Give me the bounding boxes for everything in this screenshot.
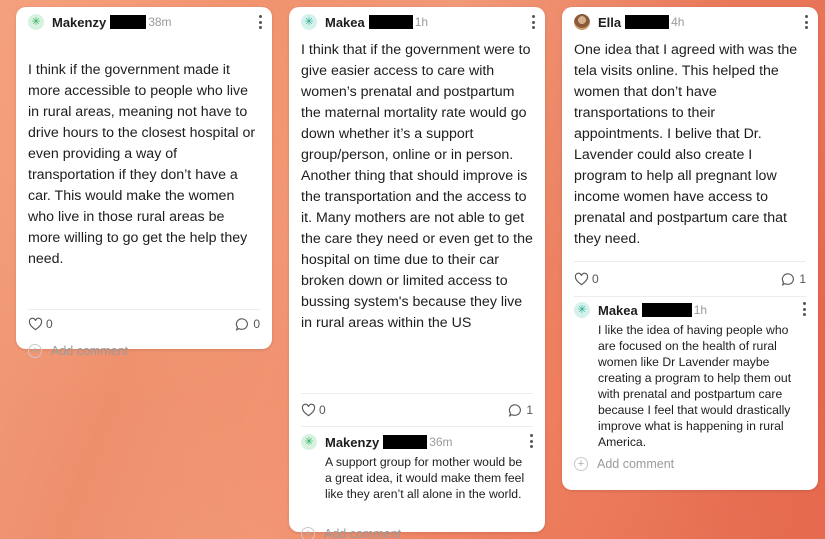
post-reactions: 0 1 (562, 262, 818, 296)
post-time: 38m (148, 15, 172, 29)
post-body: I think that if the government were to g… (301, 42, 533, 331)
more-vertical-icon[interactable] (529, 434, 533, 448)
comment-icon (782, 272, 795, 286)
redacted-name (641, 303, 692, 317)
heart-icon (574, 272, 589, 285)
like-button[interactable]: 0 (574, 272, 599, 287)
avatar[interactable]: ✳ (301, 434, 317, 450)
post-reactions: 0 0 (16, 310, 272, 338)
comment-author[interactable]: Makea (598, 303, 638, 318)
like-count: 0 (46, 317, 53, 331)
comment-header: ✳ Makea 1h (574, 298, 806, 322)
avatar[interactable]: ✳ (301, 14, 317, 30)
more-vertical-icon[interactable] (258, 15, 262, 29)
plus-icon: + (28, 344, 42, 358)
post-reactions: 0 1 (289, 394, 545, 426)
comments-button[interactable]: 0 (235, 317, 260, 332)
post-card-makenzy: ✳ Makenzy 38m I think if the government … (16, 7, 272, 358)
comment-icon (509, 403, 522, 417)
comment-count: 0 (253, 317, 260, 331)
add-comment-button[interactable]: + Add comment (289, 521, 545, 539)
post-card-makea: ✳ Makea 1h I think that if the governmen… (289, 7, 545, 539)
post-card-ella: Ella 4h One idea that I agreed with was … (562, 7, 818, 490)
redacted-name (110, 15, 147, 29)
add-comment-label: Add comment (324, 527, 402, 539)
post-header: ✳ Makea 1h (289, 7, 545, 37)
comment-count: 1 (799, 272, 806, 286)
comment-icon (236, 317, 249, 331)
redacted-name (625, 15, 670, 29)
comment-item: ✳ Makenzy 36m A support group for mother… (289, 427, 545, 521)
add-comment-label: Add comment (51, 344, 129, 358)
like-button[interactable]: 0 (28, 317, 53, 332)
add-comment-button[interactable]: + Add comment (562, 451, 818, 477)
post-time: 4h (671, 15, 685, 29)
comment-author[interactable]: Makenzy (325, 435, 379, 450)
like-button[interactable]: 0 (301, 403, 326, 418)
comment-time: 36m (429, 435, 453, 449)
more-vertical-icon[interactable] (802, 302, 806, 316)
comments-button[interactable]: 1 (781, 272, 806, 287)
avatar[interactable] (574, 14, 590, 30)
author-name[interactable]: Ella (598, 15, 621, 30)
avatar[interactable]: ✳ (28, 14, 44, 30)
plus-icon: + (574, 457, 588, 471)
more-vertical-icon[interactable] (804, 15, 808, 29)
like-count: 0 (319, 403, 326, 417)
like-count: 0 (592, 272, 599, 286)
redacted-name (383, 435, 428, 449)
avatar[interactable]: ✳ (574, 302, 590, 318)
more-vertical-icon[interactable] (531, 15, 535, 29)
plus-icon: + (301, 527, 315, 539)
post-time: 1h (414, 15, 429, 29)
author-name[interactable]: Makenzy (52, 15, 106, 30)
post-header: Ella 4h (562, 7, 818, 37)
comment-count: 1 (526, 403, 533, 417)
comment-header: ✳ Makenzy 36m (301, 430, 533, 454)
redacted-name (368, 15, 413, 29)
comment-body: A support group for mother would be a gr… (325, 455, 525, 501)
heart-icon (301, 403, 316, 416)
add-comment-button[interactable]: + Add comment (16, 338, 272, 364)
comments-button[interactable]: 1 (508, 403, 533, 418)
post-body: One idea that I agreed with was the tela… (574, 42, 798, 247)
post-body: I think if the government made it more a… (28, 62, 256, 267)
comment-item: ✳ Makea 1h I like the idea of having peo… (562, 297, 818, 451)
heart-icon (28, 317, 43, 330)
add-comment-label: Add comment (597, 457, 675, 471)
post-header: ✳ Makenzy 38m (16, 7, 272, 37)
comment-time: 1h (693, 303, 708, 317)
comment-body: I like the idea of having people who are… (598, 323, 792, 449)
author-name[interactable]: Makea (325, 15, 365, 30)
